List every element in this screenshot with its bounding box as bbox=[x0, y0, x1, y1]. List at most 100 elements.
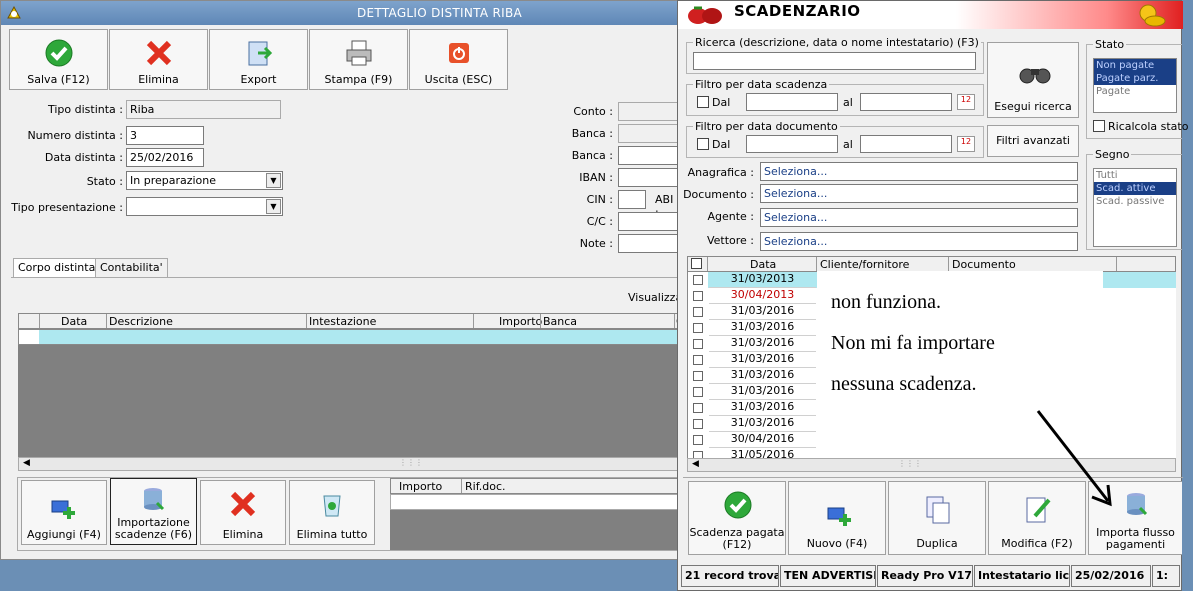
row-date[interactable]: 31/03/2016 bbox=[709, 384, 816, 400]
documento-dal-input[interactable] bbox=[746, 135, 838, 153]
col-data[interactable]: Data bbox=[61, 315, 87, 328]
scadenza-al-input[interactable] bbox=[860, 93, 952, 111]
add-row-button[interactable]: Aggiungi (F4) bbox=[21, 480, 107, 545]
tab-corpo-distinta[interactable]: Corpo distinta bbox=[13, 258, 101, 277]
segno-option[interactable]: Tutti bbox=[1094, 169, 1176, 182]
calendar-icon[interactable]: 12 bbox=[957, 94, 975, 110]
row-date[interactable]: 31/03/2016 bbox=[709, 400, 816, 416]
chevron-down-icon[interactable]: ▼ bbox=[266, 199, 281, 214]
documento-select[interactable]: Seleziona... bbox=[760, 184, 1078, 203]
segno-option[interactable]: Scad. passive bbox=[1094, 195, 1176, 208]
row-date[interactable]: 31/03/2016 bbox=[709, 304, 816, 320]
anagrafica-select[interactable]: Seleziona... bbox=[760, 162, 1078, 181]
sub-grid-row[interactable] bbox=[390, 494, 681, 510]
conto-label: Conto : bbox=[573, 105, 613, 118]
scroll-left-icon[interactable]: ◀ bbox=[692, 459, 699, 469]
segno-option[interactable]: Scad. attive bbox=[1094, 182, 1176, 195]
data-field[interactable]: 25/02/2016 bbox=[126, 148, 204, 167]
stato-listbox[interactable]: Non pagate Pagate parz. Pagate bbox=[1093, 58, 1177, 113]
row-checkbox[interactable] bbox=[693, 291, 703, 301]
banca2-label: Banca : bbox=[571, 149, 613, 162]
database-icon bbox=[143, 488, 164, 511]
sub-col-rif-doc[interactable]: Rif.doc. bbox=[465, 480, 506, 493]
row-date[interactable]: 31/03/2016 bbox=[709, 368, 816, 384]
col-importo[interactable]: Importo bbox=[499, 315, 542, 328]
col-intestazione[interactable]: Intestazione bbox=[309, 315, 376, 328]
presentazione-select[interactable]: ▼ bbox=[126, 197, 283, 216]
row-checkbox[interactable] bbox=[693, 419, 703, 429]
row-checkbox[interactable] bbox=[693, 275, 703, 285]
banca2-field[interactable] bbox=[618, 146, 680, 165]
export-button[interactable]: Export bbox=[209, 29, 308, 90]
note-line: non funziona. bbox=[831, 291, 941, 313]
cin-label: CIN : bbox=[586, 193, 613, 206]
col-descrizione[interactable]: Descrizione bbox=[109, 315, 173, 328]
stato-select[interactable]: In preparazione ▼ bbox=[126, 171, 283, 190]
stato-option[interactable]: Non pagate bbox=[1094, 59, 1176, 72]
scadenza-dal-input[interactable] bbox=[746, 93, 838, 111]
scroll-grip-icon: ⋮⋮⋮ bbox=[399, 458, 423, 467]
row-date[interactable]: 31/03/2016 bbox=[709, 352, 816, 368]
row-date[interactable]: 31/03/2016 bbox=[709, 336, 816, 352]
row-date[interactable]: 31/05/2016 bbox=[709, 448, 816, 458]
row-checkbox[interactable] bbox=[693, 387, 703, 397]
cc-field[interactable] bbox=[618, 212, 680, 231]
row-checkbox[interactable] bbox=[693, 307, 703, 317]
numero-field[interactable]: 3 bbox=[126, 126, 204, 145]
scroll-left-icon[interactable]: ◀ bbox=[23, 458, 30, 468]
cin-field[interactable] bbox=[618, 190, 646, 209]
row-date[interactable]: 31/03/2013 bbox=[709, 272, 816, 288]
documento-dal-checkbox[interactable] bbox=[697, 138, 709, 150]
import-scadenze-button[interactable]: Importazione scadenze (F6) bbox=[110, 478, 197, 545]
row-checkbox[interactable] bbox=[693, 371, 703, 381]
stato-option[interactable]: Pagate bbox=[1094, 85, 1176, 98]
col-documento[interactable]: Documento bbox=[952, 258, 1016, 271]
distinta-window: DETTAGLIO DISTINTA RIBA Salva (F12) Elim… bbox=[0, 0, 688, 560]
duplica-button[interactable]: Duplica bbox=[888, 481, 986, 555]
documento-al-label: al bbox=[843, 138, 853, 151]
print-button[interactable]: Stampa (F9) bbox=[309, 29, 408, 90]
ricerca-input[interactable] bbox=[693, 52, 976, 70]
sub-col-importo[interactable]: Importo bbox=[399, 480, 442, 493]
row-date[interactable]: 31/03/2016 bbox=[709, 416, 816, 432]
distinta-hscrollbar[interactable]: ◀ ⋮⋮⋮ bbox=[18, 457, 681, 471]
segno-listbox[interactable]: Tutti Scad. attive Scad. passive bbox=[1093, 168, 1177, 247]
row-checkbox[interactable] bbox=[693, 323, 703, 333]
delete-row-button[interactable]: Elimina bbox=[200, 480, 286, 545]
col-data[interactable]: Data bbox=[750, 258, 776, 271]
row-checkbox[interactable] bbox=[693, 339, 703, 349]
row-date[interactable]: 31/03/2016 bbox=[709, 320, 816, 336]
trash-icon bbox=[323, 495, 341, 517]
row-checkbox[interactable] bbox=[693, 403, 703, 413]
scadenza-dal-checkbox[interactable] bbox=[697, 96, 709, 108]
delete-button[interactable]: Elimina bbox=[109, 29, 208, 90]
row-date[interactable]: 30/04/2016 bbox=[709, 432, 816, 448]
select-all-checkbox[interactable] bbox=[691, 258, 702, 269]
col-cliente-fornitore[interactable]: Cliente/fornitore bbox=[820, 258, 909, 271]
scadenza-pagata-button[interactable]: Scadenza pagata (F12) bbox=[688, 481, 786, 555]
advanced-filters-button[interactable]: Filtri avanzati bbox=[987, 125, 1079, 157]
documento-al-input[interactable] bbox=[860, 135, 952, 153]
data-label: Data distinta : bbox=[44, 151, 123, 164]
chevron-down-icon[interactable]: ▼ bbox=[266, 173, 281, 188]
note-field[interactable] bbox=[618, 234, 680, 253]
agente-select[interactable]: Seleziona... bbox=[760, 208, 1078, 227]
row-checkbox[interactable] bbox=[693, 435, 703, 445]
status-license: Intestatario lice bbox=[974, 565, 1070, 587]
vettore-select[interactable]: Seleziona... bbox=[760, 232, 1078, 251]
row-date[interactable]: 30/04/2013 bbox=[709, 288, 816, 304]
ricalcola-checkbox[interactable] bbox=[1093, 120, 1105, 132]
save-button[interactable]: Salva (F12) bbox=[9, 29, 108, 90]
stato-option[interactable]: Pagate parz. bbox=[1094, 72, 1176, 85]
row-checkbox[interactable] bbox=[693, 451, 703, 458]
calendar-icon[interactable]: 12 bbox=[957, 136, 975, 152]
nuovo-button[interactable]: Nuovo (F4) bbox=[788, 481, 886, 555]
exit-button[interactable]: Uscita (ESC) bbox=[409, 29, 508, 90]
iban-field[interactable] bbox=[618, 168, 680, 187]
tab-contabilita[interactable]: Contabilita' bbox=[95, 258, 168, 277]
search-button[interactable]: Esegui ricerca bbox=[987, 42, 1079, 118]
row-checkbox[interactable] bbox=[693, 355, 703, 365]
distinta-grid-row[interactable] bbox=[18, 329, 681, 345]
delete-all-button[interactable]: Elimina tutto bbox=[289, 480, 375, 545]
col-banca[interactable]: Banca bbox=[543, 315, 577, 328]
